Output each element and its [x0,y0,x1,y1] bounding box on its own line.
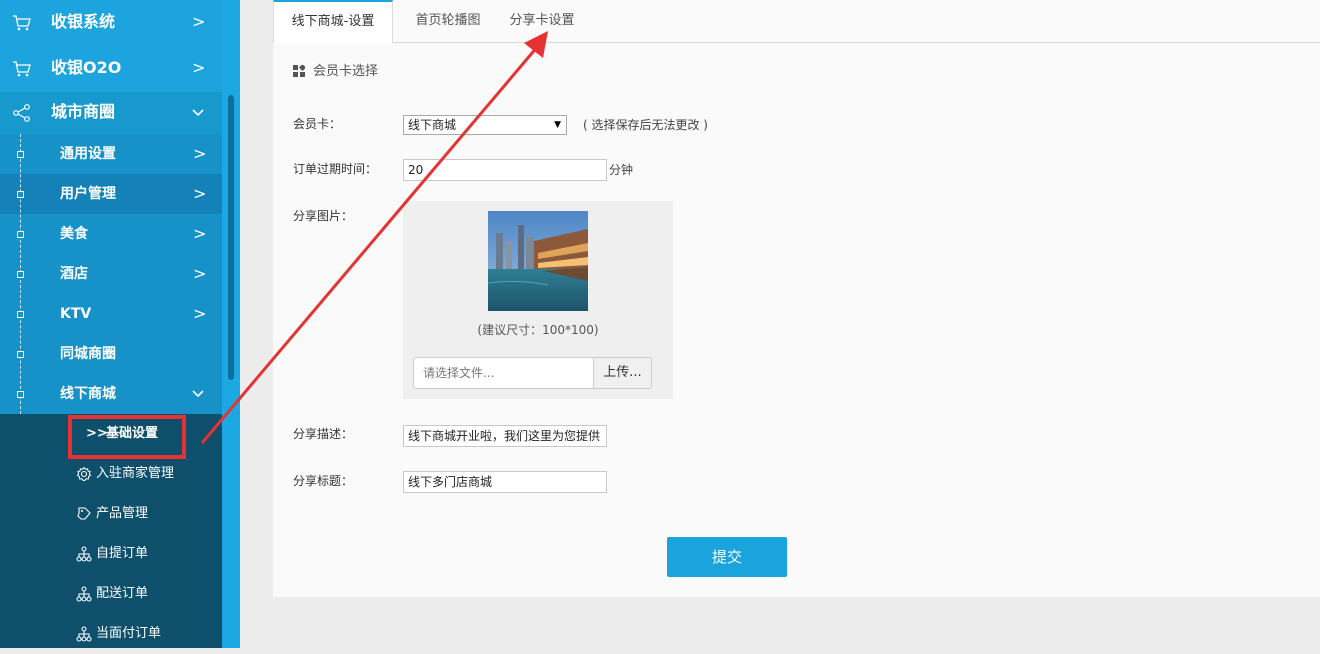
sidebar-item-label: 自提订单 [96,546,149,561]
tree-node-icon [17,311,24,318]
sidebar-item-label: 同城商圈 [60,346,116,362]
sidebar-item-cashier-system[interactable]: 收银系统 > [0,0,222,46]
sidebar-item-label: 线下商城 [60,386,116,402]
sidebar-item-merchant-management[interactable]: 入驻商家管理 [0,454,222,494]
sidebar-item-label: 当面付订单 [96,626,162,641]
sidebar-item-f2f-orders[interactable]: 当面付订单 [0,614,222,654]
sidebar-item-delivery-orders[interactable]: 配送订单 [0,574,222,614]
sidebar-item-general-settings[interactable]: 通用设置 > [0,134,222,174]
image-size-hint: (建议尺寸：100*100) [477,323,599,337]
chevron-right-icon: > [193,264,207,283]
sidebar-item-cashier-o2o[interactable]: 收银O2O > [0,46,222,92]
member-card-select[interactable]: 线下商城 ▼ [403,115,567,135]
sidebar-item-food[interactable]: 美食 > [0,214,222,254]
chevron-down-icon [192,109,204,117]
sidebar-item-label: 用户管理 [60,186,116,202]
sidebar-item-label: 配送订单 [96,586,149,601]
share-title-label: 分享标题： [293,474,354,488]
member-card-note: ( 选择保存后无法更改 ) [583,118,708,132]
sidebar-item-city-business[interactable]: 城市商圈 [0,92,222,134]
sidebar-item-label: KTV [60,306,92,322]
member-card-label: 会员卡： [293,117,342,131]
sidebar-item-label: 酒店 [60,266,88,282]
tab-offline-mall-settings[interactable]: 线下商城-设置 [273,0,393,43]
annotation-highlight-box [68,415,186,459]
tree-node-icon [17,271,24,278]
share-desc-label: 分享描述： [293,427,354,441]
share-icon [13,104,30,122]
org-tree-icon [76,586,92,602]
chevron-right-icon: > [192,58,206,77]
sidebar-item-label: 通用设置 [60,146,116,162]
sidebar-submenu: 通用设置 > 用户管理 > 美食 > 酒店 > KTV > 同城商圈 线下商城 [0,134,222,414]
sidebar-item-pickup-orders[interactable]: 自提订单 [0,534,222,574]
sidebar-item-label: 收银O2O [51,58,122,77]
share-desc-input[interactable]: 线下商城开业啦，我们这里为您提供 [403,425,607,447]
tab-bar: 线下商城-设置 首页轮播图 分享卡设置 [273,0,1320,43]
org-tree-icon [76,626,92,642]
chevron-right-icon: > [192,12,206,31]
order-expire-unit: 分钟 [609,163,634,177]
sidebar-item-user-management[interactable]: 用户管理 > [0,174,222,214]
tag-icon [77,507,91,520]
sidebar-item-product-management[interactable]: 产品管理 [0,494,222,534]
tab-home-carousel[interactable]: 首页轮播图 [393,0,503,42]
chevron-right-icon: > [193,184,207,203]
chevron-down-icon [192,390,204,398]
section-header: 会员卡选择 [293,64,378,80]
tab-share-card-settings[interactable]: 分享卡设置 [501,0,583,42]
order-expire-label: 订单过期时间： [293,162,378,176]
dropdown-arrow-icon: ▼ [554,120,561,130]
org-tree-icon [76,546,92,562]
share-title-input[interactable]: 线下多门店商城 [403,471,607,493]
share-image-box: (建议尺寸：100*100) 请选择文件... 上传... [403,201,673,399]
share-image-thumbnail[interactable] [488,211,588,311]
sidebar-item-ktv[interactable]: KTV > [0,294,222,334]
tree-node-icon [17,351,24,358]
tree-node-icon [17,391,24,398]
order-expire-input[interactable]: 20 [403,159,607,181]
section-title: 会员卡选择 [313,64,379,79]
sidebar-item-hotel[interactable]: 酒店 > [0,254,222,294]
chevron-right-icon: > [193,224,207,243]
member-card-value: 线下商城 [408,118,457,132]
cart-icon [13,61,31,77]
sidebar-item-label: 收银系统 [51,12,116,31]
sidebar-item-label: 产品管理 [96,506,149,521]
upload-button[interactable]: 上传... [593,357,652,389]
gear-icon [76,466,92,481]
sidebar-item-city-circle[interactable]: 同城商圈 [0,334,222,374]
sidebar-item-offline-mall[interactable]: 线下商城 [0,374,222,414]
cart-icon [13,15,31,31]
grid-icon [293,64,305,77]
share-image-label: 分享图片： [293,209,354,223]
tree-node-icon [17,151,24,158]
sidebar-item-label: 城市商圈 [51,102,116,121]
sidebar-item-label: 美食 [60,226,88,242]
tree-node-icon [17,231,24,238]
tree-node-icon [17,191,24,198]
submit-button[interactable]: 提交 [667,537,787,577]
sidebar-scrollbar[interactable] [228,95,234,380]
sidebar: 收银系统 > 收银O2O > 城市商圈 通用设置 > 用户管理 > 美食 > 酒… [0,0,240,648]
chevron-right-icon: > [193,144,207,163]
chevron-right-icon: > [193,304,207,323]
main-panel: 线下商城-设置 首页轮播图 分享卡设置 会员卡选择 会员卡： 线下商城 ▼ ( … [273,0,1320,597]
sidebar-item-label: 入驻商家管理 [96,466,175,481]
file-path-input[interactable]: 请选择文件... [413,357,604,389]
